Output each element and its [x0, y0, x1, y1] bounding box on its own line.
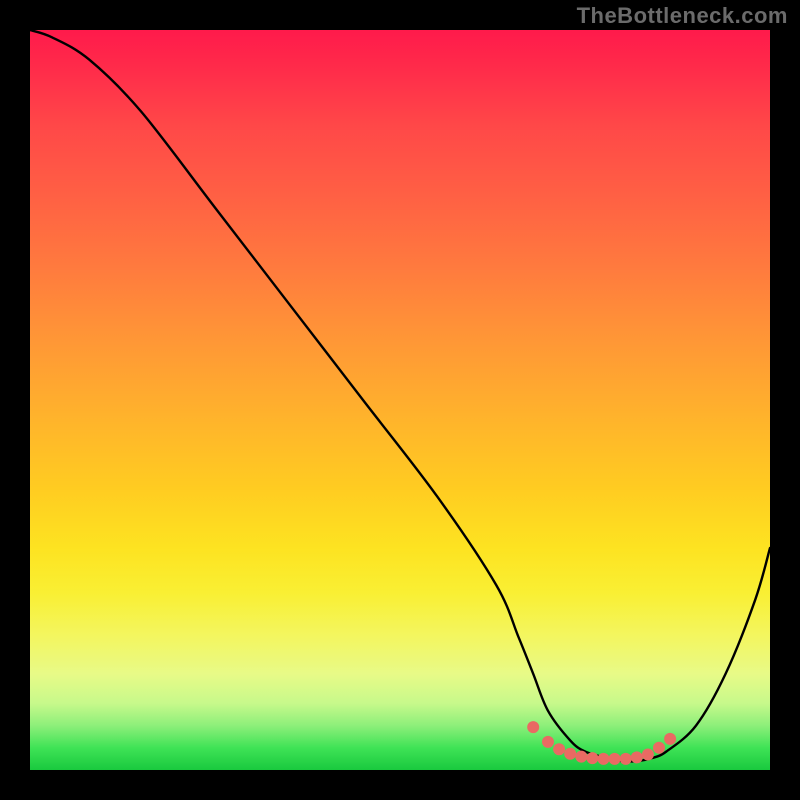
highlight-dot	[564, 748, 576, 760]
highlight-dot	[542, 736, 554, 748]
highlight-dot	[575, 751, 587, 763]
highlight-dot	[653, 742, 665, 754]
highlight-dot	[609, 753, 621, 765]
highlight-dot	[631, 751, 643, 763]
highlight-dot	[664, 733, 676, 745]
highlight-dot	[620, 753, 632, 765]
bottleneck-curve	[30, 30, 770, 761]
highlight-dot	[598, 753, 610, 765]
highlight-dot	[553, 743, 565, 755]
watermark-text: TheBottleneck.com	[577, 3, 788, 29]
highlight-dot	[642, 748, 654, 760]
highlight-dot	[527, 721, 539, 733]
chart-frame: TheBottleneck.com	[0, 0, 800, 800]
plot-area	[30, 30, 770, 770]
curve-layer	[30, 30, 770, 770]
highlight-dot	[586, 752, 598, 764]
